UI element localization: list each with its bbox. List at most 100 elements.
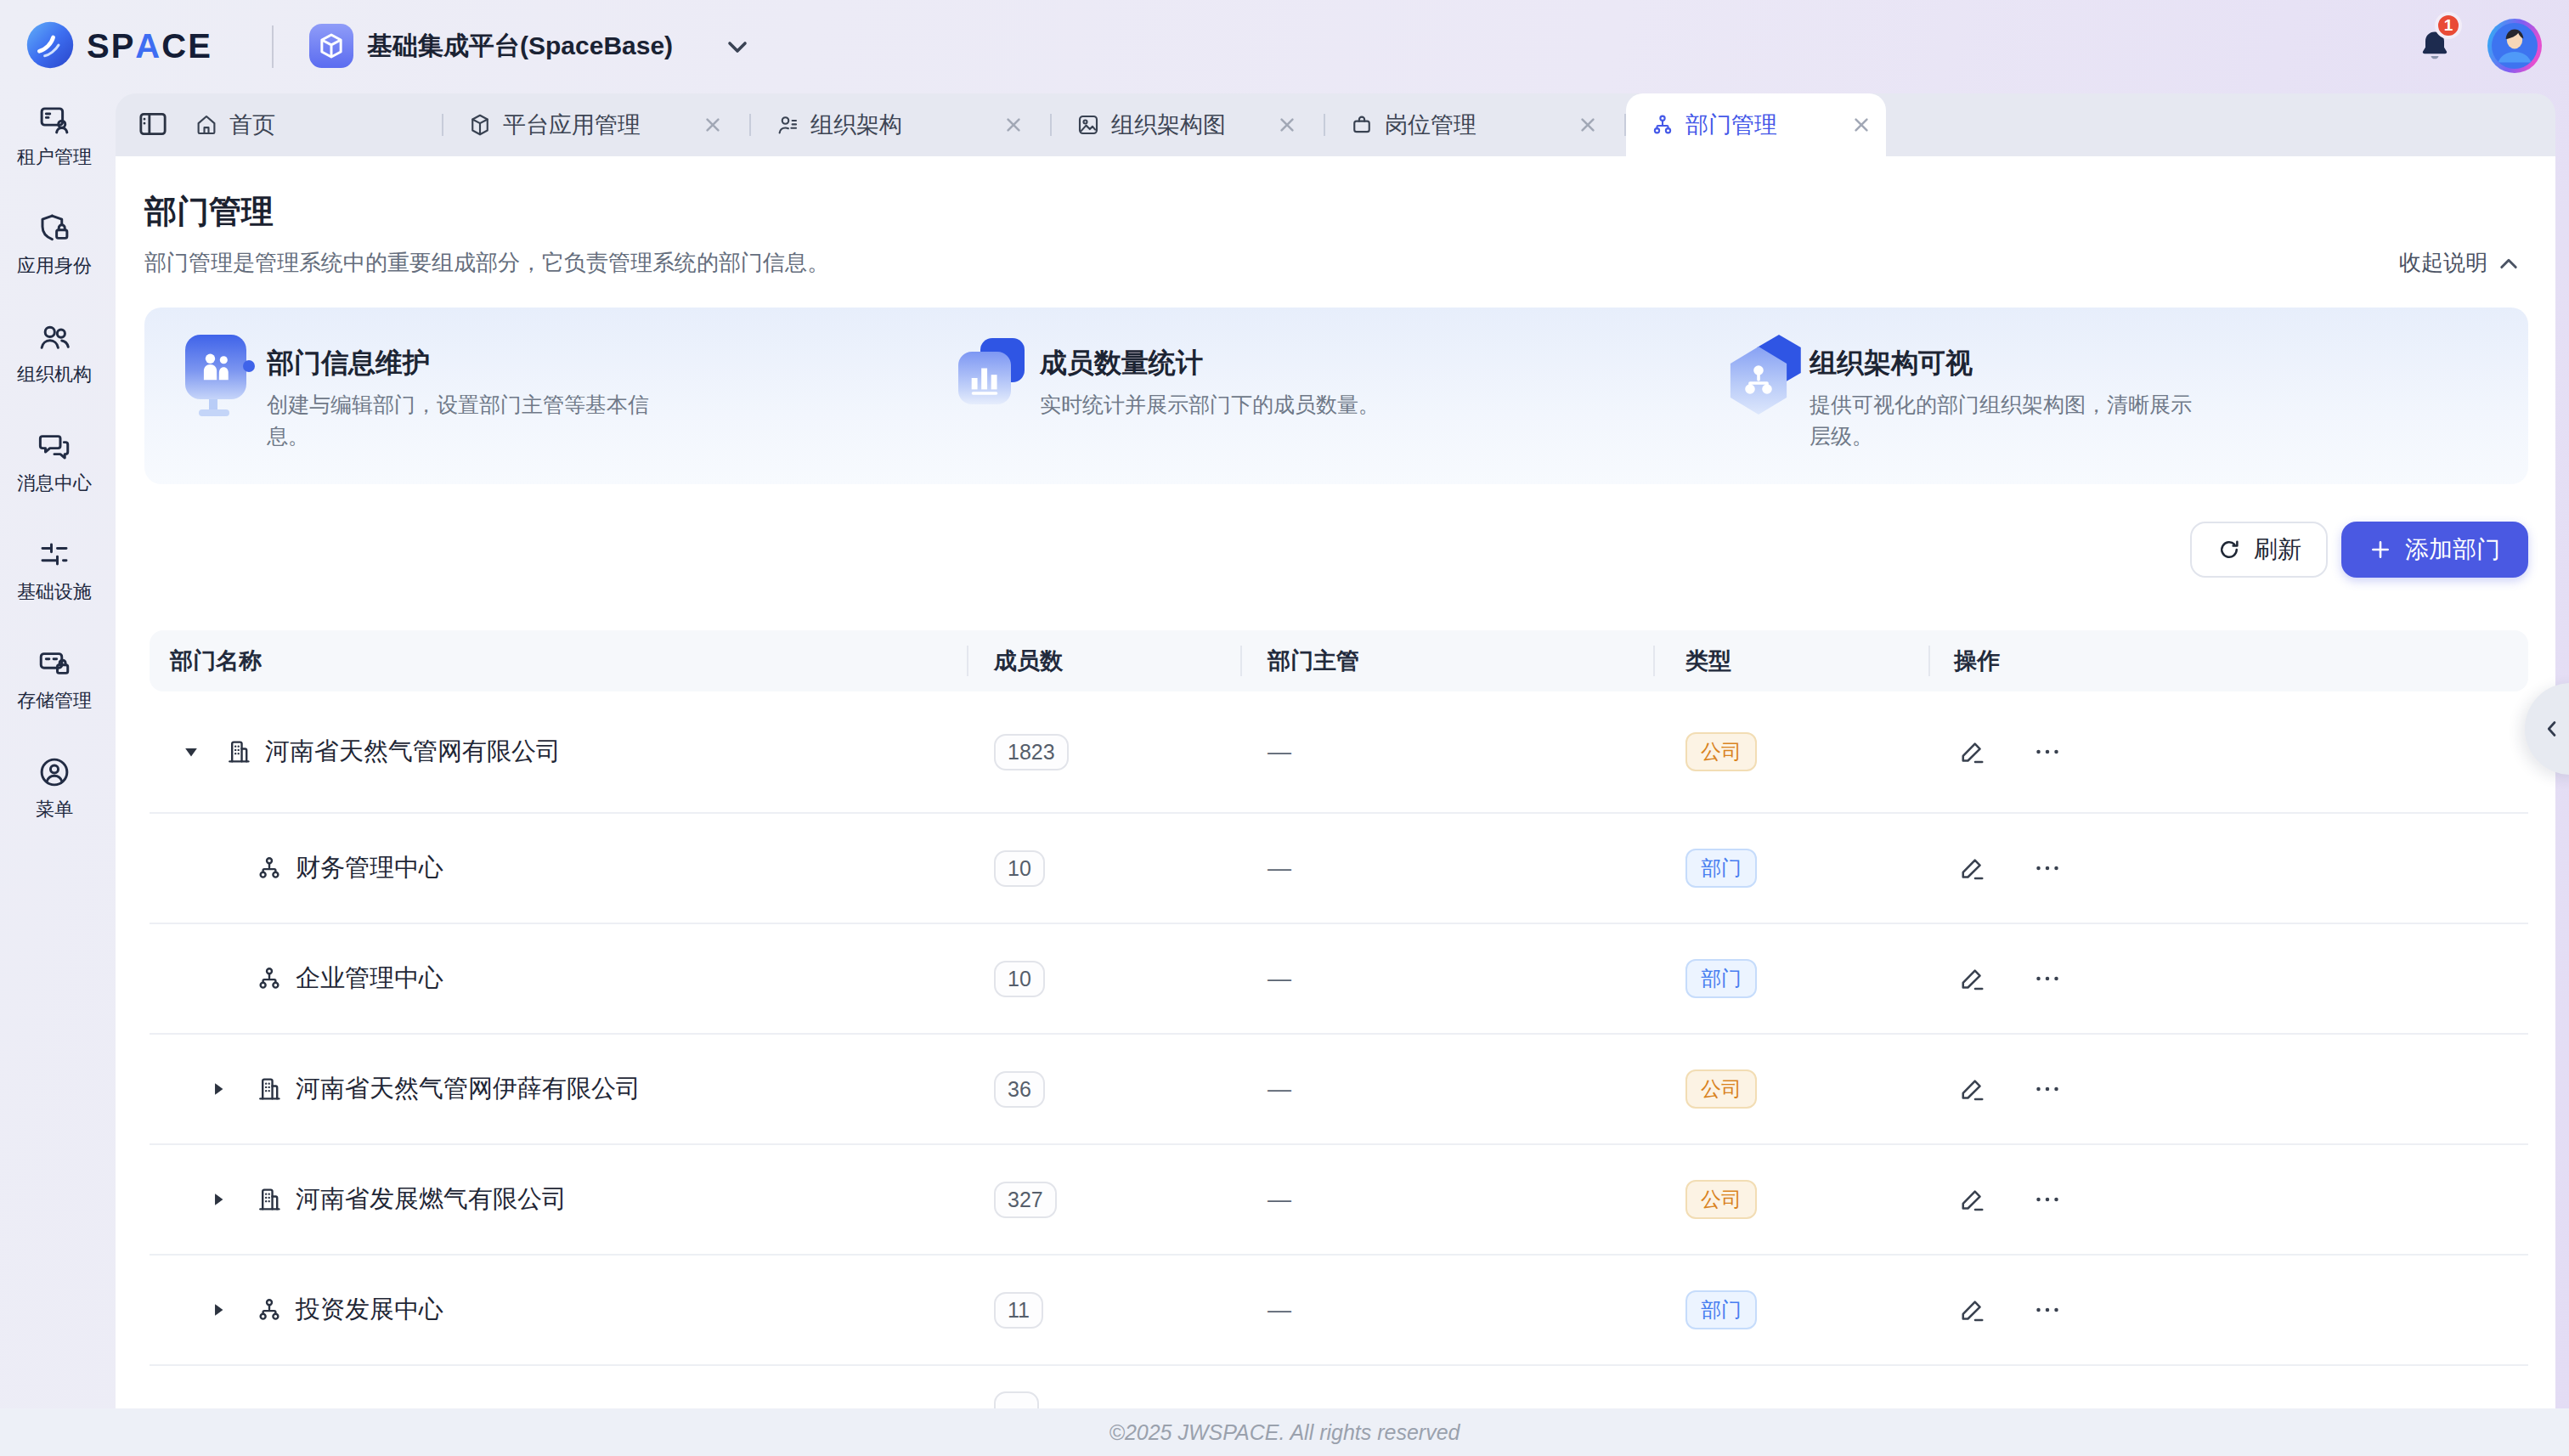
expand-expand-icon[interactable] [211,1081,226,1098]
table-row[interactable]: 河南省天然气管网有限公司1823—公司 [150,691,2528,814]
tab-组织架构[interactable]: 组织架构 [751,93,1050,156]
edit-icon[interactable] [1957,853,1988,883]
message-icon [37,428,72,464]
briefcase-icon [1349,112,1375,138]
close-icon[interactable] [1852,116,1871,134]
brand-logo-icon [25,20,75,70]
more-actions-icon[interactable] [2032,853,2063,883]
refresh-button[interactable]: 刷新 [2190,522,2328,578]
column-header-成员数: 成员数 [994,630,1063,691]
board-icon [185,335,260,423]
expand-expand-icon[interactable] [211,1191,226,1208]
edit-icon[interactable] [1957,963,1988,994]
page-title: 部门管理 [144,190,274,234]
expand-expand-icon[interactable] [211,1301,226,1318]
table-row[interactable]: 投资发展中心11—部门 [150,1256,2528,1366]
close-icon[interactable] [1278,116,1296,134]
department-name: 河南省天然气管网有限公司 [265,735,561,769]
main-panel: 首页 平台应用管理 组织架构 组织架构图 岗位管理 部门管理 部门管理 部门管理… [116,93,2555,1408]
app-switcher[interactable]: 基础集成平台(SpaceBase) [367,0,673,92]
department-name: 河南省天然气管网伊薛有限公司 [296,1072,641,1106]
edit-icon[interactable] [1957,1295,1988,1325]
top-bar: SPACE 基础集成平台(SpaceBase) 1 [0,0,2569,92]
table-row[interactable] [150,1366,2528,1408]
manager-value: — [1268,1075,1291,1103]
more-actions-icon[interactable] [2032,1074,2063,1104]
sidebar-item-5[interactable]: 基础设施 [0,537,109,605]
table-body: 河南省天然气管网有限公司1823—公司财务管理中心10—部门企业管理中心10—部… [150,691,2528,1408]
sidebar-item-1[interactable]: 租户管理 [0,102,109,170]
tab-部门管理[interactable]: 部门管理 [1626,93,1886,156]
sidebar-item-3[interactable]: 组织机构 [0,319,109,387]
close-icon[interactable] [703,116,722,134]
sidebar-item-label: 菜单 [36,797,73,822]
dept-icon [255,964,284,993]
close-icon[interactable] [1004,116,1023,134]
tab-label: 部门管理 [1685,110,1777,140]
refresh-label: 刷新 [2254,533,2301,566]
tab-bar: 首页 平台应用管理 组织架构 组织架构图 岗位管理 部门管理 [116,93,2555,156]
member-count-chip: 36 [994,1071,1045,1108]
table-row[interactable]: 河南省发展燃气有限公司327—公司 [150,1145,2528,1256]
brand-wordmark: SPACE [87,0,212,92]
image-icon [1076,112,1101,138]
tab-首页[interactable]: 首页 [170,93,442,156]
sidebar-item-label: 消息中心 [17,471,92,496]
type-badge: 公司 [1685,1180,1757,1219]
column-header-部门主管: 部门主管 [1268,630,1359,691]
manager-value: — [1268,965,1291,992]
company-icon [255,1075,284,1103]
chevron-up-icon [2499,257,2518,270]
table-row[interactable]: 河南省天然气管网伊薛有限公司36—公司 [150,1035,2528,1145]
table-row[interactable]: 财务管理中心10—部门 [150,814,2528,924]
edit-icon[interactable] [1957,1074,1988,1104]
tab-组织架构图[interactable]: 组织架构图 [1052,93,1324,156]
close-icon[interactable] [1578,116,1597,134]
infra-icon [37,537,72,573]
add-department-button[interactable]: 添加部门 [2341,522,2528,578]
sidebar-item-4[interactable]: 消息中心 [0,428,109,496]
topbar-divider [272,25,274,68]
identity-icon [37,211,72,246]
feature-title: 成员数量统计 [1040,345,1203,382]
manager-value: — [1268,738,1291,765]
feature-desc: 创建与编辑部门，设置部门主管等基本信息。 [267,389,675,452]
expand-collapse-icon[interactable] [184,743,199,760]
manager-value: — [1268,1186,1291,1213]
member-count-chip: 1823 [994,734,1069,770]
add-label: 添加部门 [2405,533,2500,566]
manager-value: — [1268,855,1291,882]
tab-平台应用管理[interactable]: 平台应用管理 [443,93,749,156]
member-count-chip: 10 [994,961,1045,997]
column-header-类型: 类型 [1685,630,1731,691]
storage-icon [37,646,72,681]
more-actions-icon[interactable] [2032,963,2063,994]
sidebar-toggle-icon[interactable] [136,107,170,141]
sidebar-item-7[interactable]: 菜单 [0,754,109,822]
tenant-icon [37,102,72,138]
tab-label: 组织架构图 [1111,110,1226,140]
edit-icon[interactable] [1957,1184,1988,1215]
member-count-chip: 10 [994,850,1045,887]
sidebar-item-2[interactable]: 应用身份 [0,211,109,279]
more-actions-icon[interactable] [2032,1295,2063,1325]
table-header: 部门名称成员数部门主管类型操作 [150,630,2528,691]
edit-icon[interactable] [1957,736,1988,767]
tab-岗位管理[interactable]: 岗位管理 [1325,93,1624,156]
collapse-note-button[interactable]: 收起说明 [2399,248,2518,278]
sidebar-item-label: 应用身份 [17,253,92,279]
hexagon-org-icon [1728,335,1810,423]
chart-icon [958,335,1033,423]
avatar[interactable] [2487,19,2542,73]
copyright-text: ©2025 JWSPACE. All rights reserved [1109,1420,1460,1445]
type-badge: 部门 [1685,849,1757,888]
department-name: 投资发展中心 [296,1293,443,1327]
collapse-note-label: 收起说明 [2399,248,2487,278]
sidebar-item-6[interactable]: 存储管理 [0,646,109,714]
more-actions-icon[interactable] [2032,1184,2063,1215]
table-row[interactable]: 企业管理中心10—部门 [150,924,2528,1035]
more-actions-icon[interactable] [2032,736,2063,767]
chevron-down-icon[interactable] [727,41,748,54]
cube-icon [467,112,493,138]
tab-label: 组织架构 [810,110,902,140]
